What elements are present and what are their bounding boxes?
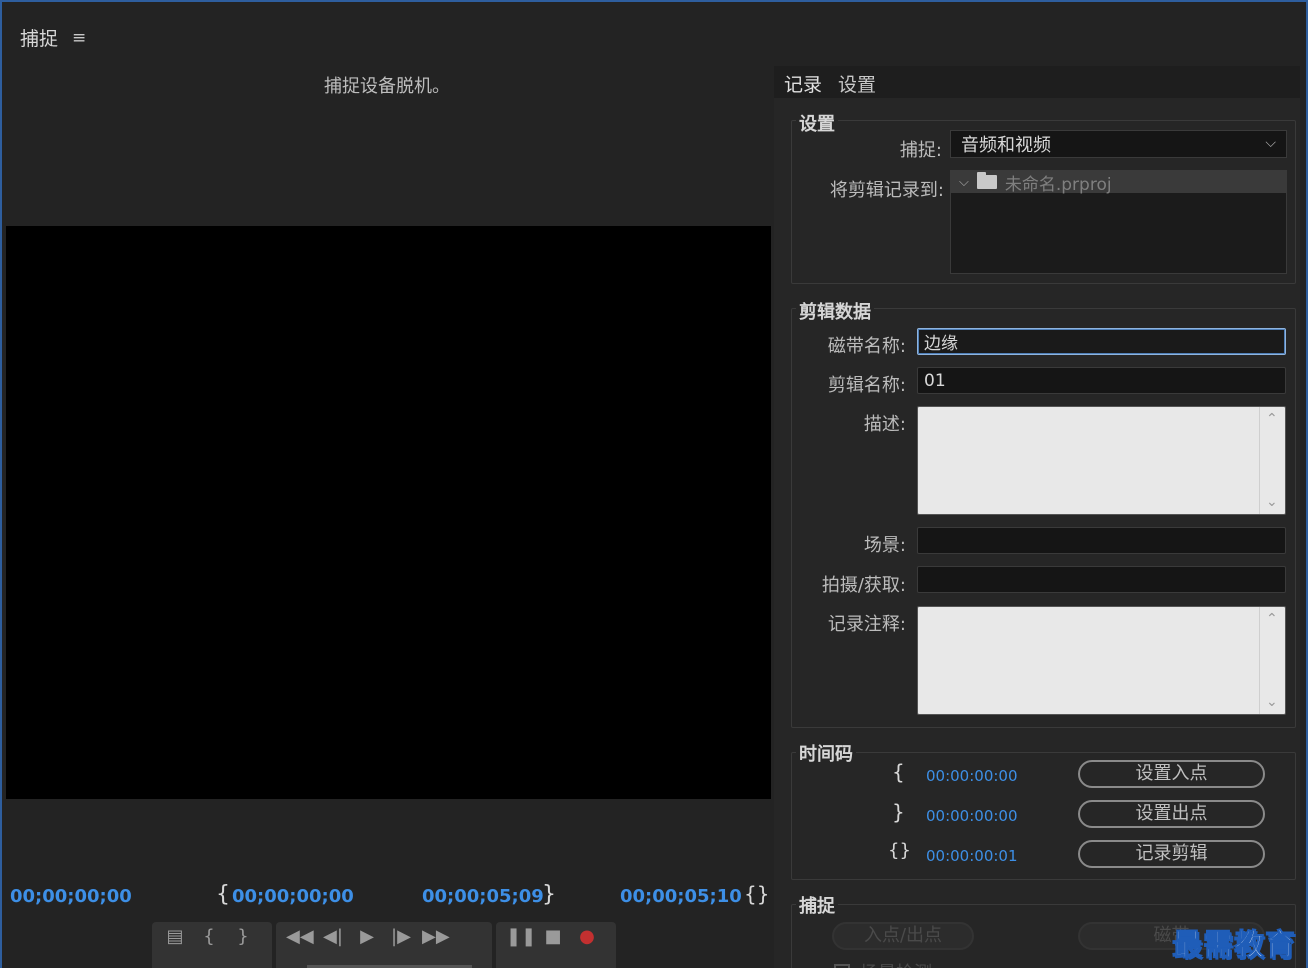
capture-select[interactable]: 音频和视频 ⌵ [950,130,1287,158]
pause-icon[interactable]: ❚❚ [506,926,536,947]
tape-name-input[interactable]: 边缘 [917,328,1286,355]
scene-input[interactable] [917,527,1286,554]
transport-group-playback: ◀◀ ◀| ▶ |▶ ▶▶ [276,922,492,968]
folder-icon [976,172,997,189]
chevron-up-icon[interactable]: ⌃ [1266,411,1278,427]
shot-label: 拍摄/获取: [821,575,906,596]
hamburger-menu-icon[interactable]: ≡ [72,28,86,48]
shot-input[interactable] [917,566,1286,593]
description-label: 描述: [863,414,906,435]
scene-detect-label: 场景检测 [860,959,932,968]
chevron-down-icon[interactable]: ⌄ [1266,494,1278,510]
out-point-icon: } [542,882,556,907]
transport-group-record: ❚❚ ■ ● [496,922,616,968]
set-out-button[interactable]: 设置出点 [1078,800,1265,828]
chevron-up-icon[interactable]: ⌃ [1266,611,1278,627]
project-tree[interactable]: ⌵ 未命名.prproj [950,170,1287,274]
timecode-bar: 00;00;00;00 { 00;00;00;00 00;00;05;09 } … [2,882,772,914]
duration-icon: {} [744,882,770,906]
step-forward-icon[interactable]: |▶ [388,926,414,947]
capture-value: 音频和视频 [961,135,1051,156]
current-timecode[interactable]: 00;00;00;00 [10,886,132,907]
duration-timecode-value[interactable]: 00:00:00:01 [926,847,1018,865]
capture-label: 捕捉: [899,140,942,161]
clip-name-value: 01 [924,370,946,391]
capture-title: 捕捉 [796,892,838,918]
fast-forward-icon[interactable]: ▶▶ [422,926,450,947]
set-out-icon[interactable]: } [230,926,256,947]
in-point-icon: { [892,760,905,784]
description-textarea[interactable]: ⌃ ⌄ [917,406,1286,515]
scene-detect-icon[interactable]: ▤ [162,926,188,947]
tape-name-value: 边缘 [924,334,958,354]
video-preview [6,226,771,799]
chevron-down-icon[interactable]: ⌄ [1266,694,1278,710]
transport-group-marks: ▤ { } [152,922,272,968]
scrollbar[interactable]: ⌃ ⌄ [1259,407,1285,514]
rewind-icon[interactable]: ◀◀ [286,926,314,947]
in-point-icon: { [216,882,230,907]
record-icon[interactable]: ● [574,926,600,947]
tape-name-label: 磁带名称: [827,336,906,357]
tab-settings[interactable]: 设置 [836,70,878,97]
tab-logging[interactable]: 记录 [782,70,824,97]
chevron-down-icon: ⌵ [1265,135,1276,151]
clip-data-title: 剪辑数据 [796,298,874,324]
in-out-button[interactable]: 入点/出点 [832,922,974,950]
clip-name-input[interactable]: 01 [917,367,1286,394]
in-timecode[interactable]: 00:00:00:00 [926,767,1018,785]
duration-icon: {} [888,840,911,861]
play-icon[interactable]: ▶ [354,926,380,947]
log-clip-button[interactable]: 记录剪辑 [1078,840,1265,868]
chevron-down-icon[interactable]: ⌵ [959,175,969,190]
watermark-logo: 最需教育 [1172,929,1296,963]
device-status: 捕捉设备脱机。 [324,76,450,97]
panel-title: 捕捉 [20,28,59,50]
set-in-icon[interactable]: { [196,926,222,947]
set-in-button[interactable]: 设置入点 [1078,760,1265,788]
out-point-timecode[interactable]: 00;00;05;09 [422,886,544,907]
panel-header: 捕捉 ≡ [20,24,86,51]
stop-icon[interactable]: ■ [540,926,566,947]
out-point-icon: } [892,800,905,824]
log-note-textarea[interactable]: ⌃ ⌄ [917,606,1286,715]
tree-item-project[interactable]: ⌵ 未命名.prproj [951,171,1286,195]
project-name: 未命名.prproj [1004,174,1112,195]
out-timecode[interactable]: 00:00:00:00 [926,807,1018,825]
timecode-title: 时间码 [796,740,856,766]
log-to-label: 将剪辑记录到: [829,180,944,201]
settings-title: 设置 [796,110,838,136]
scrollbar[interactable]: ⌃ ⌄ [1259,607,1285,714]
capture-window: 捕捉 ≡ 捕捉设备脱机。 00;00;00;00 { 00;00;00;00 0… [0,0,1308,968]
scene-label: 场景: [863,535,906,556]
tabs: 记录 设置 [782,70,878,97]
clip-name-label: 剪辑名称: [827,375,906,396]
logging-panel: 记录 设置 设置 捕捉: 音频和视频 ⌵ 将剪辑记录到: ⌵ 未命名.prpro… [774,66,1300,968]
transport-controls: ▤ { } ◀◀ ◀| ▶ |▶ ▶▶ ❚❚ ■ ● [152,922,616,968]
duration-timecode[interactable]: 00;00;05;10 [620,886,742,907]
scene-detect-checkbox[interactable] [834,964,850,968]
in-point-timecode[interactable]: 00;00;00;00 [232,886,354,907]
step-back-icon[interactable]: ◀| [320,926,346,947]
log-note-label: 记录注释: [827,614,906,635]
